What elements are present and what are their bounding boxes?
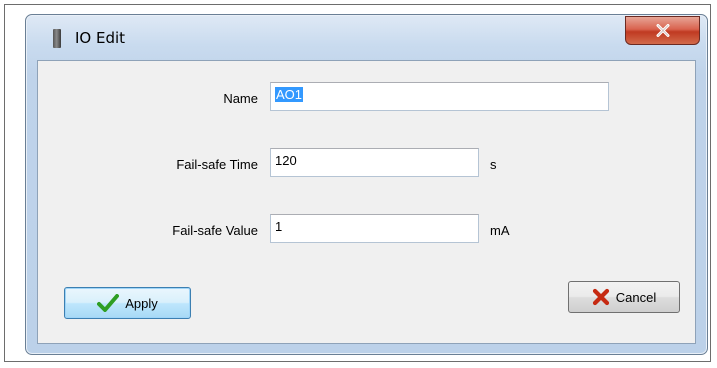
cancel-button-label: Cancel bbox=[615, 289, 657, 305]
failsafe-value-unit: mA bbox=[490, 223, 510, 238]
failsafe-value-label: Fail-safe Value bbox=[172, 223, 258, 238]
app-icon bbox=[53, 29, 61, 48]
failsafe-value-value: 1 bbox=[275, 219, 283, 234]
failsafe-value-input[interactable]: 1 bbox=[270, 214, 479, 243]
window-title: IO Edit bbox=[75, 29, 126, 47]
cancel-button[interactable]: Cancel bbox=[568, 281, 680, 313]
close-button[interactable] bbox=[625, 16, 700, 45]
failsafe-time-label: Fail-safe Time bbox=[176, 157, 258, 172]
checkmark-icon bbox=[97, 294, 120, 312]
title-bar[interactable]: IO Edit bbox=[26, 15, 707, 59]
name-input[interactable]: AO1 bbox=[270, 82, 609, 111]
close-x-icon bbox=[656, 24, 669, 37]
name-input-value: AO1 bbox=[275, 87, 304, 102]
x-mark-icon bbox=[592, 288, 609, 306]
failsafe-time-input[interactable]: 120 bbox=[270, 148, 479, 177]
io-edit-dialog: IO Edit Name AO1 Fail-safe Time 120 s Fa… bbox=[25, 14, 708, 355]
apply-button-label: Apply bbox=[125, 295, 158, 311]
failsafe-time-value: 120 bbox=[275, 153, 297, 168]
name-label: Name bbox=[223, 91, 258, 106]
apply-button[interactable]: Apply bbox=[64, 287, 191, 319]
failsafe-time-unit: s bbox=[490, 157, 497, 172]
dialog-content: Name AO1 Fail-safe Time 120 s Fail-safe … bbox=[37, 60, 696, 344]
